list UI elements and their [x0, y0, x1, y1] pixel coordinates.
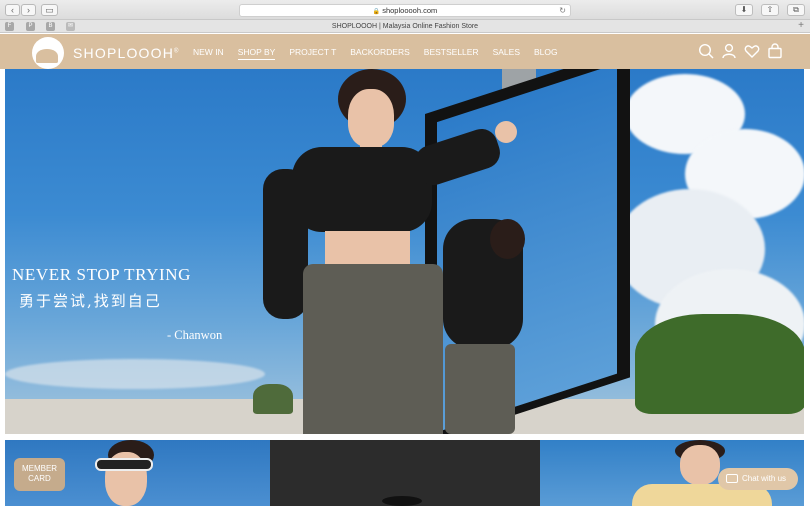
nav-bestseller[interactable]: BESTSELLER: [424, 46, 479, 60]
site-header: SHOPLOOOH® NEW IN SHOP BY PROJECT T BACK…: [0, 34, 810, 69]
reload-icon[interactable]: ↻: [559, 5, 566, 16]
chat-label: Chat with us: [742, 474, 787, 483]
cloud: [5, 359, 265, 389]
sunglasses-icon: [95, 458, 153, 471]
downloads-button[interactable]: ⬇: [735, 4, 753, 16]
hero-subtitle: 勇于尝试,找到自己: [19, 292, 162, 310]
new-tab-button[interactable]: +: [798, 20, 804, 32]
trees: [635, 314, 804, 414]
browser-toolbar: ‹ › ▭ 🔒 shoplooooh.com ↻ ⬇ ⇧ ⧉: [0, 0, 810, 20]
member-card-label: MEMBER: [21, 464, 58, 473]
search-icon[interactable]: [698, 43, 714, 59]
tab-bar: F P B ✉ SHOPLOOOH | Malaysia Online Fash…: [0, 20, 810, 33]
tile-model-face: [680, 445, 720, 485]
sidebar-toggle-button[interactable]: ▭: [41, 4, 58, 16]
reflection-pants: [445, 344, 515, 434]
model-hand: [495, 121, 517, 143]
hero-author: - Chanwon: [167, 328, 223, 342]
address-bar[interactable]: 🔒 shoplooooh.com ↻: [239, 4, 571, 17]
chat-icon: [726, 474, 738, 483]
account-icon[interactable]: [721, 43, 737, 59]
model-pants: [303, 264, 443, 434]
chat-button[interactable]: Chat with us: [718, 468, 798, 490]
forward-button[interactable]: ›: [21, 4, 36, 16]
model-top: [292, 147, 432, 232]
logo-icon[interactable]: [32, 37, 64, 69]
member-card-button[interactable]: MEMBER CARD: [14, 458, 65, 491]
share-button[interactable]: ⇧: [761, 4, 779, 16]
hero-title: NEVER STOP TRYING: [12, 265, 191, 284]
trees: [253, 384, 293, 414]
cart-icon[interactable]: [767, 43, 783, 59]
model-arm: [263, 169, 308, 319]
nav-new-in[interactable]: NEW IN: [193, 46, 224, 60]
nav-shop-by[interactable]: SHOP BY: [237, 46, 276, 60]
wishlist-icon[interactable]: [744, 43, 760, 59]
nav-project-t[interactable]: PROJECT T: [289, 46, 336, 60]
nav-sales[interactable]: SALES: [493, 46, 520, 60]
promo-tile[interactable]: [270, 440, 540, 506]
url-text: shoplooooh.com: [382, 6, 438, 15]
back-button[interactable]: ‹: [5, 4, 20, 16]
member-card-label: CARD: [28, 474, 51, 483]
logo-text[interactable]: SHOPLOOOH®: [73, 45, 180, 61]
reflection-hair: [490, 219, 525, 259]
nav-backorders[interactable]: BACKORDERS: [350, 46, 410, 60]
tile-shadow: [382, 496, 422, 506]
main-nav: NEW IN SHOP BY PROJECT T BACKORDERS BEST…: [193, 46, 572, 60]
nav-blog[interactable]: BLOG: [534, 46, 558, 60]
tabs-overview-button[interactable]: ⧉: [787, 4, 805, 16]
hero-banner[interactable]: NEVER STOP TRYING 勇于尝试,找到自己 - Chanwon: [5, 69, 804, 434]
lock-icon: 🔒: [372, 9, 381, 15]
tab-title[interactable]: SHOPLOOOH | Malaysia Online Fashion Stor…: [0, 21, 810, 32]
